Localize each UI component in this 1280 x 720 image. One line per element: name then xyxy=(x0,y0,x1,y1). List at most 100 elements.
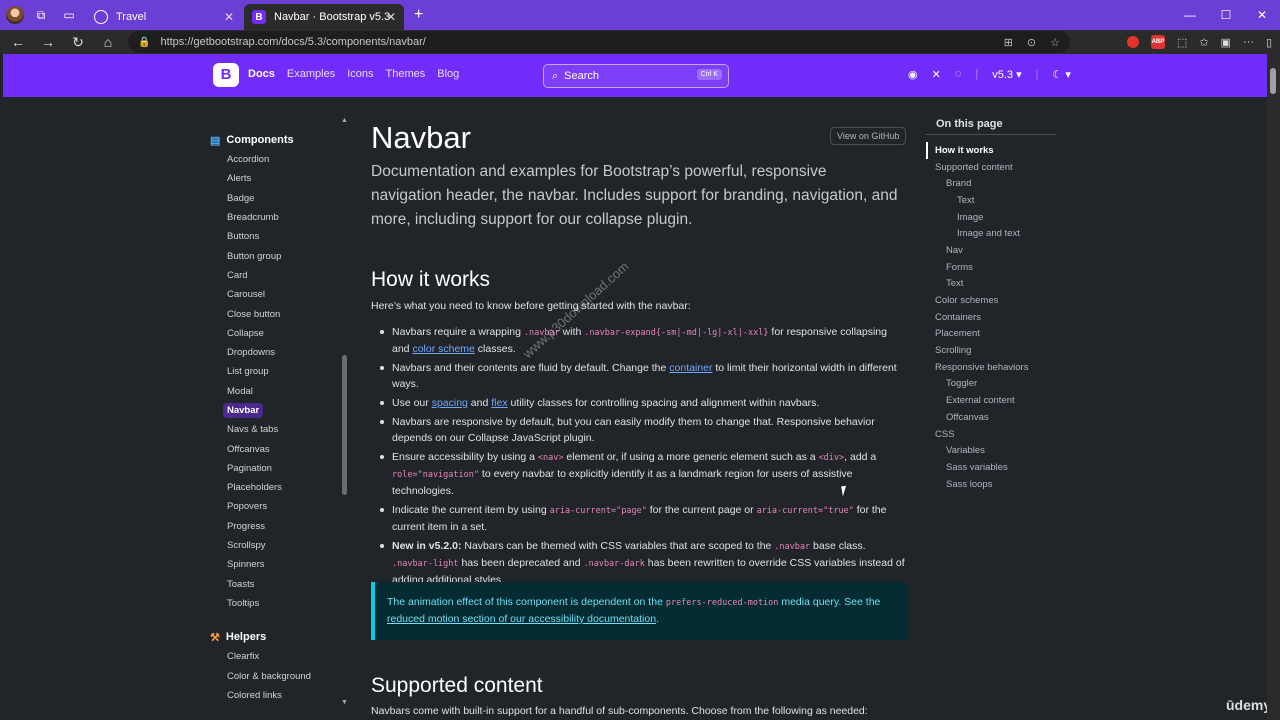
x-twitter-icon[interactable]: ✕ xyxy=(932,68,941,81)
sidebar-item-modal[interactable]: Modal xyxy=(208,382,338,401)
new-tab-icon[interactable]: + xyxy=(414,6,423,24)
spacing-link[interactable]: spacing xyxy=(432,397,468,409)
sidebar-item-accordion[interactable]: Accordion xyxy=(208,150,338,169)
sidebar-scrollbar[interactable]: ▲ ▼ xyxy=(341,117,348,707)
collections-icon[interactable]: ▣ xyxy=(1221,36,1231,49)
toc-item-nav[interactable]: Nav xyxy=(926,242,1056,259)
toc-item-brand[interactable]: Brand xyxy=(926,175,1056,192)
container-link[interactable]: container xyxy=(669,362,712,374)
workspaces-icon[interactable]: ⧉ xyxy=(30,4,52,26)
toc-item-containers[interactable]: Containers xyxy=(926,309,1056,326)
sidebar-item-buttons[interactable]: Buttons xyxy=(208,227,338,246)
sidebar-item-offcanvas[interactable]: Offcanvas xyxy=(208,439,338,458)
nav-themes[interactable]: Themes xyxy=(386,68,426,80)
sidebar-item-card[interactable]: Card xyxy=(208,266,338,285)
scroll-thumb[interactable] xyxy=(1270,68,1276,94)
toc-item-sass-variables[interactable]: Sass variables xyxy=(926,459,1056,476)
sidebar-item-popovers[interactable]: Popovers xyxy=(208,497,338,516)
flex-link[interactable]: flex xyxy=(491,397,507,409)
toc-item-variables[interactable]: Variables xyxy=(926,442,1056,459)
tab-travel[interactable]: Travel ✕ xyxy=(86,4,242,30)
sidebar-item-color-background[interactable]: Color & background xyxy=(208,666,338,685)
scroll-up-icon[interactable]: ▲ xyxy=(341,117,348,124)
sidebar-item-button-group[interactable]: Button group xyxy=(208,246,338,265)
sidebar-item-carousel[interactable]: Carousel xyxy=(208,285,338,304)
toc-item-sass-loops[interactable]: Sass loops xyxy=(926,476,1056,493)
maximize-icon[interactable]: ☐ xyxy=(1208,0,1244,30)
sidebar-item-colored-links[interactable]: Colored links xyxy=(208,686,338,705)
bootstrap-logo[interactable]: B xyxy=(213,63,239,87)
close-window-icon[interactable]: ✕ xyxy=(1244,0,1280,30)
nav-blog[interactable]: Blog xyxy=(437,68,459,80)
sidebar-item-close-button[interactable]: Close button xyxy=(208,304,338,323)
sidebar-toggle-icon[interactable]: ▯ xyxy=(1266,36,1272,49)
sidebar-item-breadcrumb[interactable]: Breadcrumb xyxy=(208,208,338,227)
lock-icon[interactable]: 🔒 xyxy=(138,37,150,48)
sidebar-item-placeholders[interactable]: Placeholders xyxy=(208,478,338,497)
toc-item-color-schemes[interactable]: Color schemes xyxy=(926,292,1056,309)
toc-item-how-it-works[interactable]: How it works xyxy=(926,142,1056,159)
page-scrollbar[interactable] xyxy=(1267,54,1280,720)
toc-item-scrolling[interactable]: Scrolling xyxy=(926,342,1056,359)
toc-item-css[interactable]: CSS xyxy=(926,426,1056,443)
toc-item-responsive-behaviors[interactable]: Responsive behaviors xyxy=(926,359,1056,376)
toc-item-offcanvas[interactable]: Offcanvas xyxy=(926,409,1056,426)
theme-toggle-icon[interactable]: ☾ ▾ xyxy=(1052,68,1070,81)
more-menu-icon[interactable]: ··· xyxy=(1243,36,1254,48)
favorites-icon[interactable]: ✩ xyxy=(1199,36,1208,49)
toc-item-external-content[interactable]: External content xyxy=(926,392,1056,409)
close-tab-icon[interactable]: ✕ xyxy=(224,10,234,24)
toc-item-placement[interactable]: Placement xyxy=(926,326,1056,343)
sidebar-item-progress[interactable]: Progress xyxy=(208,517,338,536)
sidebar-item-dropdowns[interactable]: Dropdowns xyxy=(208,343,338,362)
sidebar-item-navbar[interactable]: Navbar xyxy=(208,401,338,420)
adblock-extension-icon[interactable]: ABP xyxy=(1150,35,1165,49)
search-button[interactable]: ⌕ Search Ctrl K xyxy=(543,64,729,88)
toc-item-supported-content[interactable]: Supported content xyxy=(926,159,1056,176)
tab-navbar[interactable]: B Navbar · Bootstrap v5.3 ✕ xyxy=(244,4,404,30)
scroll-thumb[interactable] xyxy=(342,355,347,495)
favorite-star-icon[interactable]: ☆ xyxy=(1050,36,1060,49)
version-dropdown[interactable]: v5.3 ▾ xyxy=(992,68,1021,81)
sidebar-item-scrollspy[interactable]: Scrollspy xyxy=(208,536,338,555)
sidebar-item-pagination[interactable]: Pagination xyxy=(208,459,338,478)
minimize-icon[interactable]: — xyxy=(1172,0,1208,30)
nav-examples[interactable]: Examples xyxy=(287,68,335,80)
nav-docs[interactable]: Docs xyxy=(248,68,275,80)
home-icon[interactable]: ⌂ xyxy=(96,34,120,50)
toc-item-image-and-text[interactable]: Image and text xyxy=(926,225,1056,242)
sidebar-group-components[interactable]: ▤ Components xyxy=(210,132,338,148)
toc-item-image[interactable]: Image xyxy=(926,209,1056,226)
profile-avatar[interactable] xyxy=(6,6,24,24)
extensions-icon[interactable]: ⬚ xyxy=(1177,36,1187,49)
sidebar-item-badge[interactable]: Badge xyxy=(208,189,338,208)
reader-icon[interactable]: ⊙ xyxy=(1027,36,1036,49)
toc-item-toggler[interactable]: Toggler xyxy=(926,376,1056,393)
nav-icons[interactable]: Icons xyxy=(347,68,373,80)
github-icon[interactable]: ◉ xyxy=(908,68,918,81)
opencollective-icon[interactable]: ◌ xyxy=(955,68,962,81)
close-tab-icon[interactable]: ✕ xyxy=(386,10,396,24)
sidebar-item-toasts[interactable]: Toasts xyxy=(208,575,338,594)
app-available-icon[interactable]: ⊞ xyxy=(1004,36,1013,49)
sidebar-item-tooltips[interactable]: Tooltips xyxy=(208,594,338,613)
scroll-down-icon[interactable]: ▼ xyxy=(341,699,348,706)
forward-icon[interactable]: → xyxy=(36,34,60,50)
toc-item-forms[interactable]: Forms xyxy=(926,259,1056,276)
tab-actions-icon[interactable]: ▭ xyxy=(58,4,80,26)
sidebar-item-alerts[interactable]: Alerts xyxy=(208,169,338,188)
sidebar-item-clearfix[interactable]: Clearfix xyxy=(208,647,338,666)
extension-red-icon[interactable] xyxy=(1126,36,1139,48)
sidebar-group-helpers[interactable]: ⚒ Helpers xyxy=(210,629,338,645)
back-icon[interactable]: ← xyxy=(6,34,30,50)
sidebar-item-navs-tabs[interactable]: Navs & tabs xyxy=(208,420,338,439)
sidebar-item-collapse[interactable]: Collapse xyxy=(208,324,338,343)
sidebar-item-list-group[interactable]: List group xyxy=(208,362,338,381)
url-field[interactable]: 🔒 https://getbootstrap.com/docs/5.3/comp… xyxy=(128,31,1070,53)
sidebar-item-spinners[interactable]: Spinners xyxy=(208,555,338,574)
toc-item-text[interactable]: Text xyxy=(926,192,1056,209)
color-scheme-link[interactable]: color scheme xyxy=(412,343,474,355)
reduced-motion-link[interactable]: reduced motion section of our accessibil… xyxy=(387,613,656,625)
toc-item-text[interactable]: Text xyxy=(926,276,1056,293)
refresh-icon[interactable]: ↻ xyxy=(66,34,90,51)
